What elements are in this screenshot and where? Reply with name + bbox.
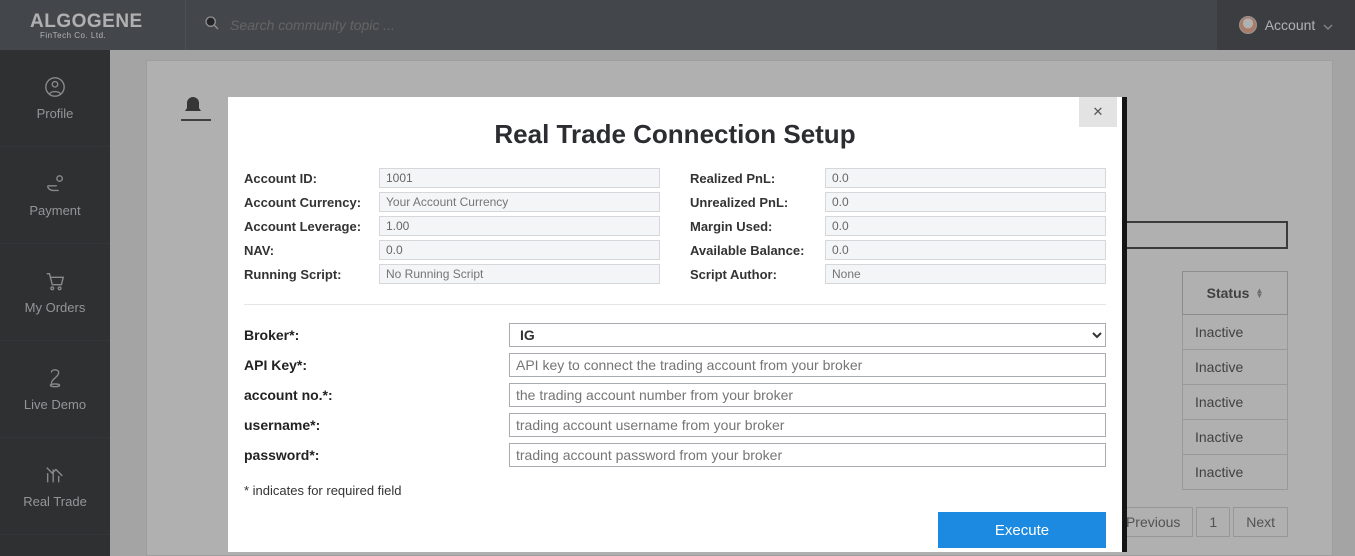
modal-trade-setup: ✕ Real Trade Connection Setup Account ID… xyxy=(228,97,1127,552)
field-label: Script Author: xyxy=(690,267,825,282)
divider xyxy=(244,304,1106,305)
field-label: API Key*: xyxy=(244,357,509,373)
field-label: Margin Used: xyxy=(690,219,825,234)
margin-used-field[interactable] xyxy=(825,216,1106,236)
modal-title: Real Trade Connection Setup xyxy=(228,97,1122,168)
field-label: Account Leverage: xyxy=(244,219,379,234)
field-label: Unrealized PnL: xyxy=(690,195,825,210)
running-script-field[interactable] xyxy=(379,264,660,284)
field-label: Broker*: xyxy=(244,327,509,343)
broker-select[interactable]: IG xyxy=(509,323,1106,347)
execute-button[interactable]: Execute xyxy=(938,512,1106,548)
available-balance-field[interactable] xyxy=(825,240,1106,260)
unrealized-pnl-field[interactable] xyxy=(825,192,1106,212)
field-label: Running Script: xyxy=(244,267,379,282)
nav-field[interactable] xyxy=(379,240,660,260)
field-label: Available Balance: xyxy=(690,243,825,258)
script-author-field[interactable] xyxy=(825,264,1106,284)
close-icon: ✕ xyxy=(1093,104,1104,120)
account-currency-field[interactable] xyxy=(379,192,660,212)
account-no-field[interactable] xyxy=(509,383,1106,407)
username-field[interactable] xyxy=(509,413,1106,437)
right-column: Realized PnL: Unrealized PnL: Margin Use… xyxy=(690,168,1106,288)
account-leverage-field[interactable] xyxy=(379,216,660,236)
api-key-field[interactable] xyxy=(509,353,1106,377)
required-note: * indicates for required field xyxy=(244,483,1106,498)
field-label: account no.*: xyxy=(244,387,509,403)
field-label: password*: xyxy=(244,447,509,463)
field-label: Account ID: xyxy=(244,171,379,186)
field-label: username*: xyxy=(244,417,509,433)
close-button[interactable]: ✕ xyxy=(1079,97,1117,127)
field-label: NAV: xyxy=(244,243,379,258)
field-label: Realized PnL: xyxy=(690,171,825,186)
left-column: Account ID: Account Currency: Account Le… xyxy=(244,168,660,288)
password-field[interactable] xyxy=(509,443,1106,467)
realized-pnl-field[interactable] xyxy=(825,168,1106,188)
field-label: Account Currency: xyxy=(244,195,379,210)
account-id-field[interactable] xyxy=(379,168,660,188)
